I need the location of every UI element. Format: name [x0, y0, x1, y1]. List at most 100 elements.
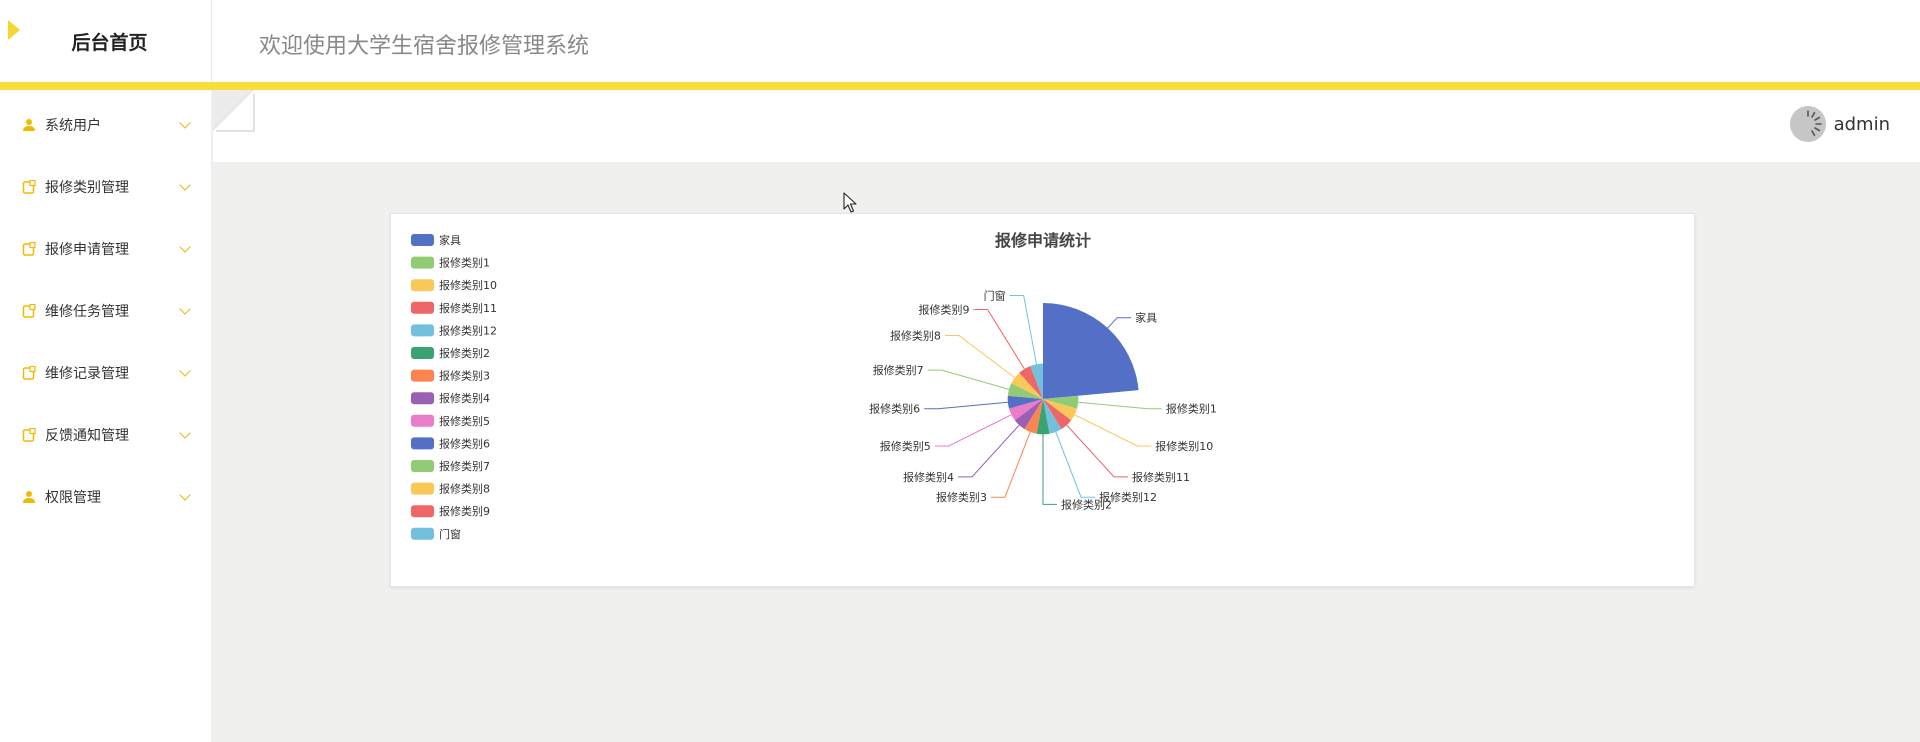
document-icon: [22, 428, 36, 442]
legend-swatch[interactable]: [411, 369, 434, 382]
label-leader-line: [958, 424, 1020, 478]
sidebar-item-repair-request[interactable]: 报修申请管理: [0, 224, 212, 274]
sidebar-item-label: 系统用户: [45, 118, 101, 134]
legend-label[interactable]: 报修类别4: [439, 391, 490, 405]
sidebar-item-label: 反馈通知管理: [45, 428, 129, 444]
sidebar-item-label: 维修记录管理: [45, 366, 129, 382]
user-menu[interactable]: admin: [1789, 106, 1890, 142]
pie-slice-label: 报修类别5: [880, 439, 931, 453]
brand: 后台首页: [0, 0, 212, 82]
chevron-down-icon: [179, 303, 191, 315]
legend-label[interactable]: 门窗: [439, 527, 461, 541]
legend-label[interactable]: 报修类别12: [439, 323, 497, 337]
sub-header: admin: [212, 89, 1920, 162]
sidebar-item-label: 维修任务管理: [45, 304, 129, 320]
legend-label[interactable]: 报修类别9: [439, 504, 490, 518]
chart-card: 报修申请统计 家具 报修类别1 报修类别10 报修类别11 报修类别12 报修类别2 报修类…: [390, 213, 1695, 587]
brand-title[interactable]: 后台首页: [71, 28, 147, 55]
pie-slices: [1007, 303, 1139, 435]
user-icon: [22, 490, 36, 504]
legend-swatch[interactable]: [411, 234, 434, 246]
legend-label[interactable]: 报修类别2: [439, 346, 490, 360]
chart-title: 报修申请统计: [995, 231, 1091, 250]
pie-slice-label: 报修类别4: [903, 470, 954, 484]
sidebar-item-label: 权限管理: [45, 490, 101, 506]
pie-chart: 报修申请统计 家具报修类别1报修类别10报修类别11报修类别12报修类别2报修类…: [411, 231, 1217, 541]
chevron-down-icon: [179, 427, 191, 439]
legend-label[interactable]: 报修类别11: [439, 301, 497, 315]
sidebar-item-permissions[interactable]: 权限管理: [0, 472, 212, 522]
sidebar-item-label: 报修类别管理: [45, 180, 129, 196]
pie-slice-label: 报修类别6: [869, 402, 920, 416]
sidebar: 系统用户 报修类别管理 报修申请管理 维修任务管理 维修记录管理 反馈通知管理: [0, 90, 212, 742]
legend-swatch[interactable]: [411, 324, 434, 337]
header-accent-line: [0, 82, 1920, 90]
chevron-down-icon: [179, 365, 191, 377]
legend-swatch[interactable]: [411, 505, 434, 518]
pie-slice-label: 报修类别8: [890, 329, 941, 343]
pie-slice-label: 报修类别7: [873, 363, 924, 377]
brand-arrow-icon: [8, 20, 20, 40]
sidebar-item-repair-category[interactable]: 报修类别管理: [0, 162, 212, 212]
loading-spinner-icon: [1789, 106, 1826, 142]
label-leader-line: [934, 414, 1012, 447]
username[interactable]: admin: [1834, 114, 1890, 135]
pie-slice-label: 报修类别3: [936, 490, 987, 504]
legend-swatch[interactable]: [411, 301, 434, 314]
label-leader-line: [1074, 414, 1152, 447]
pie-slice-label: 报修类别2: [1061, 497, 1112, 511]
document-icon: [22, 242, 36, 256]
sidebar-item-label: 报修申请管理: [45, 242, 129, 258]
top-header: 后台首页 欢迎使用大学生宿舍报修管理系统: [0, 0, 1920, 82]
label-leader-line: [1009, 294, 1038, 365]
sidebar-item-repair-task[interactable]: 维修任务管理: [0, 286, 212, 336]
legend-swatch[interactable]: [411, 256, 434, 269]
legend-swatch[interactable]: [411, 482, 434, 495]
legend-label[interactable]: 报修类别10: [439, 278, 497, 292]
legend-swatch[interactable]: [411, 347, 434, 359]
pie-slice-label: 报修类别1: [1166, 402, 1217, 416]
legend-swatch[interactable]: [411, 414, 434, 427]
label-leader-line: [944, 335, 1016, 379]
legend-swatch[interactable]: [411, 392, 434, 405]
chevron-down-icon: [179, 241, 191, 253]
legend-label[interactable]: 报修类别1: [439, 256, 490, 270]
chevron-down-icon: [179, 179, 191, 191]
legend-swatch[interactable]: [411, 437, 434, 450]
pie-slice-label: 门窗: [984, 288, 1006, 302]
legend-label[interactable]: 报修类别3: [439, 369, 490, 383]
label-leader-line: [973, 308, 1025, 370]
label-leader-line: [1042, 434, 1057, 505]
legend-label[interactable]: 报修类别5: [439, 414, 490, 428]
pie-slice-label: 报修类别11: [1132, 470, 1190, 484]
sidebar-item-repair-record[interactable]: 维修记录管理: [0, 348, 212, 398]
chevron-down-icon: [179, 489, 191, 501]
label-leader-line: [1066, 424, 1128, 478]
legend-label[interactable]: 报修类别8: [439, 482, 490, 496]
document-icon: [22, 366, 36, 380]
legend-label[interactable]: 报修类别6: [439, 436, 490, 450]
user-icon: [22, 118, 36, 132]
welcome-text: 欢迎使用大学生宿舍报修管理系统: [259, 34, 590, 59]
legend-label[interactable]: 家具: [439, 233, 461, 247]
chevron-down-icon: [179, 117, 191, 129]
legend-swatch[interactable]: [411, 460, 434, 472]
label-leader-line: [1055, 431, 1096, 498]
legend-swatch[interactable]: [411, 527, 434, 540]
sidebar-item-system-users[interactable]: 系统用户: [0, 100, 212, 150]
label-leader-line: [1107, 317, 1132, 329]
label-leader-line: [1078, 401, 1162, 410]
pie-slice-label: 报修类别10: [1155, 439, 1213, 453]
sidebar-item-feedback-notice[interactable]: 反馈通知管理: [0, 410, 212, 460]
document-icon: [22, 180, 36, 194]
label-leader-line: [927, 369, 1010, 390]
pie-slice-label: 报修类别9: [919, 302, 970, 316]
label-leader-line: [924, 401, 1008, 410]
legend-label[interactable]: 报修类别7: [439, 459, 490, 473]
legend-swatch[interactable]: [411, 279, 434, 292]
label-leader-line: [990, 431, 1031, 498]
sidebar-toggle-icon[interactable]: [212, 89, 255, 134]
document-icon: [22, 304, 36, 318]
avatar[interactable]: [1789, 106, 1826, 142]
pie-slice-label: 家具: [1135, 311, 1157, 325]
